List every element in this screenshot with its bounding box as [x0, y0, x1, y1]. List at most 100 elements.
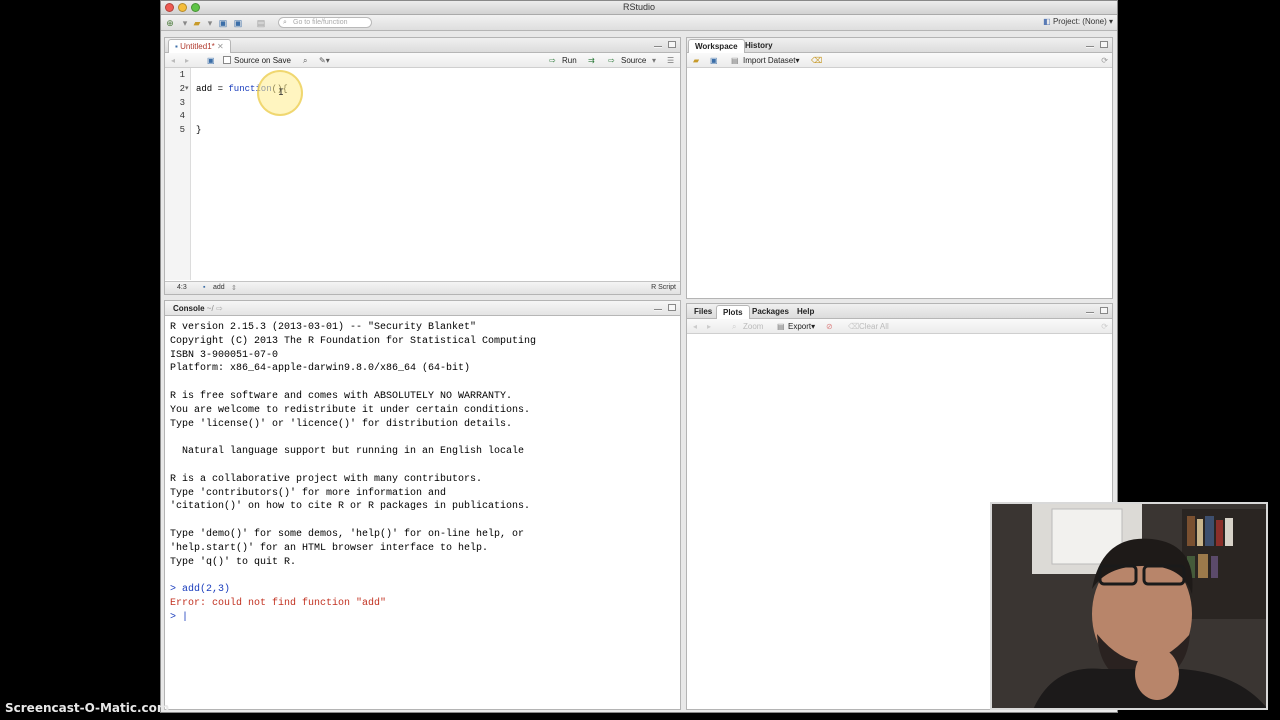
source-on-save-checkbox[interactable] [223, 56, 231, 64]
refresh-plots-icon[interactable]: ⟳ [1101, 321, 1108, 332]
tab-help[interactable]: Help [791, 305, 820, 319]
project-menu[interactable]: ◧ Project: (None) ▾ [1043, 17, 1113, 26]
console-output-line: Type 'license()' or 'licence()' for dist… [170, 418, 513, 430]
line-number: 1 [179, 70, 185, 80]
tab-workspace[interactable]: Workspace [688, 39, 745, 53]
main-toolbar: ⊕ ▾ ▰ ▾ ▣ ▣ ▤ ⌕ Go to file/function ◧ Pr… [161, 15, 1117, 31]
open-folder-icon[interactable]: ▰ [191, 18, 203, 28]
title-bar: RStudio [161, 1, 1117, 15]
close-tab-icon[interactable]: ✕ [217, 42, 224, 51]
goto-file-placeholder: Go to file/function [293, 19, 348, 26]
window-title: RStudio [622, 2, 656, 12]
console-output-line: 'citation()' on how to cite R or R packa… [170, 501, 531, 513]
import-dataset-button[interactable]: Import Dataset▾ [743, 55, 799, 66]
line-number: 4 [179, 111, 185, 122]
console-goto-dir-icon[interactable]: ⇨ [216, 304, 223, 313]
cursor-position: 4:3 [177, 284, 187, 291]
refresh-icon[interactable]: ⟳ [1101, 55, 1108, 66]
goto-file-input[interactable]: ⌕ Go to file/function [278, 17, 372, 28]
forward-arrow-icon[interactable]: ▸ [185, 55, 189, 66]
clear-all-button[interactable]: Clear All [859, 321, 889, 332]
code-line[interactable]: } [196, 125, 201, 135]
new-file-icon[interactable]: ⊕ [164, 18, 176, 28]
back-arrow-icon[interactable]: ◂ [171, 55, 175, 66]
save-workspace-icon[interactable]: ▣ [710, 55, 718, 66]
console-output-line: R is a collaborative project with many c… [170, 473, 483, 485]
tab-untitled1[interactable]: ▪ Untitled1* ✕ [168, 39, 231, 53]
maximize-pane-icon[interactable] [1100, 307, 1108, 314]
screencast-watermark: Screencast-O-Matic.com [5, 701, 170, 715]
clear-workspace-icon[interactable]: ⌫ [811, 55, 822, 66]
tab-history[interactable]: History [739, 39, 779, 53]
save-all-icon[interactable]: ▣ [232, 18, 244, 28]
zoom-button[interactable]: Zoom [743, 321, 763, 332]
function-navigator[interactable]: add [213, 284, 225, 291]
console-output-line: You are welcome to redistribute it under… [170, 404, 531, 416]
minimize-pane-icon[interactable] [654, 309, 662, 311]
console-output-line: Platform: x86_64-apple-darwin9.8.0/x86_6… [170, 363, 471, 375]
rstudio-window: RStudio ⊕ ▾ ▰ ▾ ▣ ▣ ▤ ⌕ Go to file/funct… [160, 0, 1118, 713]
tab-files[interactable]: Files [688, 305, 718, 319]
console-output-line: Type 'contributors()' for more informati… [170, 487, 447, 499]
console-error-line: Error: could not find function "add" [170, 597, 387, 609]
tab-packages[interactable]: Packages [746, 305, 795, 319]
remove-plot-icon[interactable]: ⊘ [826, 321, 833, 332]
function-dropdown-icon[interactable]: ⇕ [231, 284, 237, 292]
tab-untitled1-label: Untitled1* [180, 42, 215, 51]
load-workspace-icon[interactable]: ▰ [693, 55, 699, 66]
find-icon[interactable]: ⌕ [303, 55, 307, 66]
workspace-pane: Workspace History ▰ ▣ ▤ Import Dataset▾ … [686, 37, 1113, 299]
plots-toolbar: ◂ ▸ ⌕ Zoom ▤ Export▾ ⊘ ⌫ Clear All ⟳ [687, 319, 1112, 334]
maximize-pane-icon[interactable] [1100, 41, 1108, 48]
console-output-line: 'help.start()' for an HTML browser inter… [170, 542, 489, 554]
fold-arrow-icon[interactable]: ▾ [185, 84, 189, 92]
document-outline-icon[interactable]: ☰ [667, 55, 674, 66]
previous-plot-icon[interactable]: ◂ [693, 321, 697, 332]
console-output-line: Type 'q()' to quit R. [170, 556, 297, 568]
goto-file-icon: ⌕ [283, 19, 287, 26]
console-output-line: Copyright (C) 2013 The R Foundation for … [170, 335, 537, 347]
maximize-pane-icon[interactable] [668, 304, 676, 311]
webcam-overlay [990, 502, 1268, 710]
workspace-toolbar: ▰ ▣ ▤ Import Dataset▾ ⌫ ⟳ [687, 53, 1112, 68]
tab-plots[interactable]: Plots [716, 305, 750, 319]
console-label: Console [173, 304, 205, 313]
minimize-pane-icon[interactable] [654, 46, 662, 48]
files-tabbar: Files Plots Packages Help [687, 304, 1112, 319]
open-recent-dropdown-icon[interactable]: ▾ [204, 18, 216, 28]
console-output[interactable]: R version 2.15.3 (2013-03-01) -- "Securi… [170, 321, 536, 625]
clear-all-icon: ⌫ [848, 322, 860, 331]
next-plot-icon[interactable]: ▸ [707, 321, 711, 332]
print-icon[interactable]: ▤ [255, 18, 267, 28]
workspace-tabbar: Workspace History [687, 38, 1112, 53]
minimize-pane-icon[interactable] [1086, 312, 1094, 314]
minimize-pane-icon[interactable] [1086, 46, 1094, 48]
maximize-pane-icon[interactable] [668, 41, 676, 48]
line-number: 3 [179, 97, 185, 108]
console-pane: Console ~/ ⇨ R version 2.15.3 (2013-03-0… [164, 300, 681, 710]
new-file-dropdown-icon[interactable]: ▾ [179, 18, 191, 28]
console-command-line: > | [170, 611, 189, 623]
editor-statusbar: 4:3 ▪ add ⇕ R Script [165, 281, 680, 294]
save-file-icon[interactable]: ▣ [207, 55, 215, 66]
editor-tabbar: ▪ Untitled1* ✕ [165, 38, 680, 53]
file-type-selector[interactable]: R Script [651, 284, 676, 291]
source-dropdown-icon[interactable]: ▾ [652, 55, 656, 66]
export-button[interactable]: Export▾ [788, 321, 815, 332]
code-tools-icon[interactable]: ✎▾ [319, 55, 330, 66]
run-button[interactable]: Run [562, 55, 577, 66]
rerun-icon[interactable]: ⇉ [588, 55, 595, 66]
run-icon: ⇨ [549, 56, 556, 65]
console-command-line: > add(2,3) [170, 584, 231, 596]
console-output-line: R is free software and comes with ABSOLU… [170, 390, 513, 402]
source-icon: ⇨ [608, 56, 615, 65]
console-tabbar: Console ~/ ⇨ [165, 301, 680, 316]
source-button[interactable]: Source [621, 55, 646, 66]
source-editor-pane: ▪ Untitled1* ✕ ◂ ▸ ▣ Source on Save ⌕ ✎▾… [164, 37, 681, 295]
save-icon[interactable]: ▣ [217, 18, 229, 28]
